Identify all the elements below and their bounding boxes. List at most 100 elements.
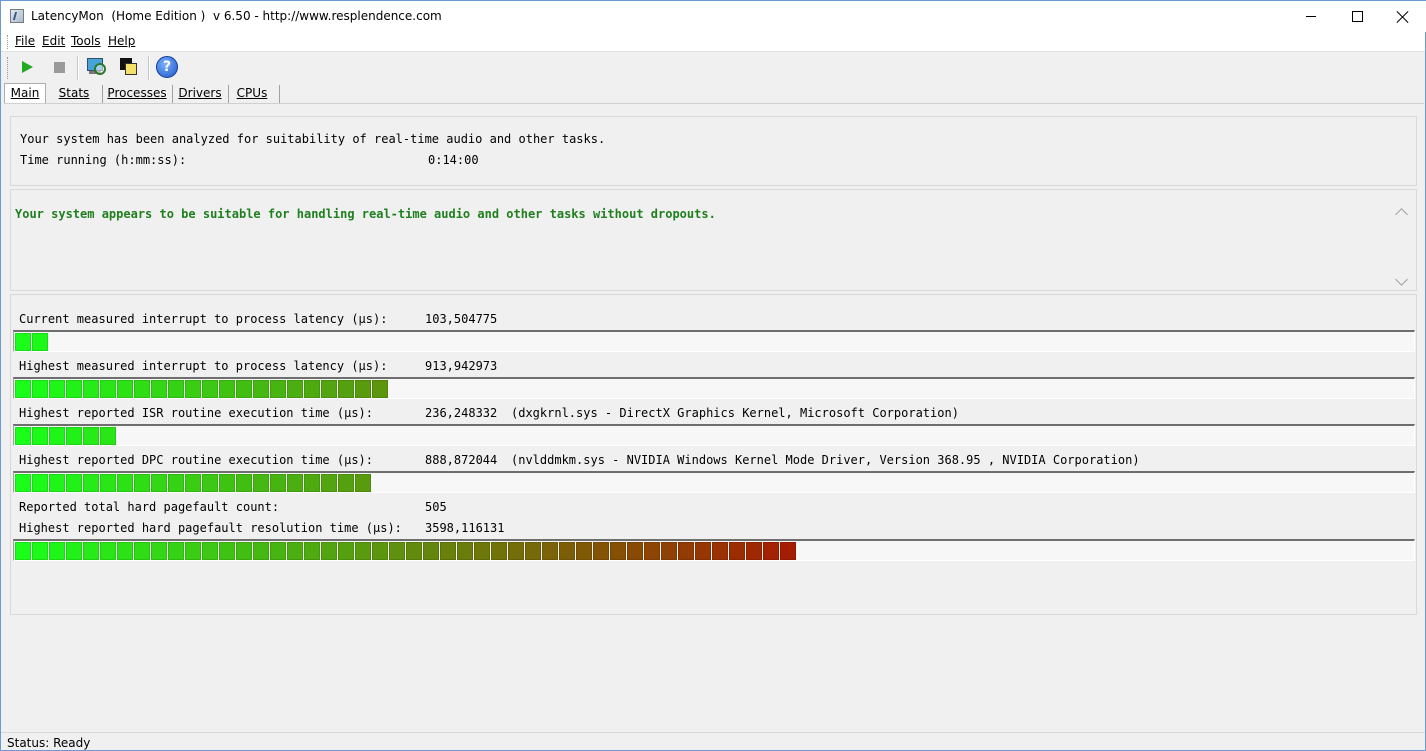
- latencymon-app-icon[interactable]: [10, 9, 24, 23]
- tab-main[interactable]: Main: [4, 83, 46, 103]
- bar-segment: [15, 542, 31, 560]
- stop-monitoring-button[interactable]: [48, 56, 70, 78]
- bar-segment: [287, 542, 303, 560]
- bar-segment: [389, 542, 405, 560]
- bar-segment: [134, 380, 150, 398]
- start-monitoring-button[interactable]: [16, 56, 38, 78]
- verdict-scrollbar[interactable]: [1394, 204, 1408, 290]
- minimize-button[interactable]: [1288, 1, 1334, 32]
- bar-segment: [440, 542, 456, 560]
- bar-segment: [287, 474, 303, 492]
- latency-bar: [13, 539, 1415, 561]
- bar-segment: [100, 542, 116, 560]
- bar-segment: [287, 380, 303, 398]
- play-icon: [21, 61, 33, 73]
- bar-segment: [100, 474, 116, 492]
- maximize-button[interactable]: [1334, 1, 1380, 32]
- bar-segment: [525, 542, 541, 560]
- metric-value: 913,942973: [425, 359, 498, 373]
- stop-icon: [53, 61, 65, 73]
- bar-segment: [304, 474, 320, 492]
- menu-tools-label: Tools: [71, 34, 101, 48]
- tab-drivers[interactable]: Drivers: [175, 84, 225, 103]
- bar-segment: [627, 542, 643, 560]
- menu-file[interactable]: File: [15, 34, 35, 48]
- tab-separator: [279, 85, 280, 103]
- bar-segment: [66, 474, 82, 492]
- bar-segment: [491, 542, 507, 560]
- scroll-down-icon[interactable]: [1395, 273, 1408, 286]
- title-bar[interactable]: LatencyMon (Home Edition ) v 6.50 - http…: [1, 1, 1425, 32]
- bar-segment: [168, 542, 184, 560]
- bar-segment: [100, 380, 116, 398]
- metric-value: 3598,116131: [425, 521, 505, 535]
- bar-segment: [321, 474, 337, 492]
- bar-segment: [66, 542, 82, 560]
- tab-separator: [228, 85, 229, 103]
- latency-bar: [13, 330, 1415, 352]
- bar-segment: [66, 380, 82, 398]
- bar-segment: [202, 542, 218, 560]
- menu-file-label: File: [15, 34, 36, 48]
- bar-segment: [746, 542, 762, 560]
- bar-segment: [49, 380, 65, 398]
- bar-segment: [151, 474, 167, 492]
- bar-segment: [32, 474, 48, 492]
- menu-grip: [7, 35, 10, 49]
- latency-bar-fill: [15, 474, 372, 492]
- menu-edit[interactable]: Edit: [42, 34, 65, 48]
- bar-segment: [117, 380, 133, 398]
- metric-label: Highest reported hard pagefault resoluti…: [19, 521, 402, 535]
- bar-segment: [610, 542, 626, 560]
- bar-segment: [542, 542, 558, 560]
- metric-label: Highest reported DPC routine execution t…: [19, 453, 374, 467]
- latency-bar: [13, 471, 1415, 493]
- maximize-icon: [1351, 11, 1363, 22]
- scroll-up-icon[interactable]: [1395, 208, 1408, 221]
- bar-segment: [423, 542, 439, 560]
- bar-segment: [508, 542, 524, 560]
- bar-segment: [15, 333, 31, 351]
- latency-bar-fill: [15, 333, 49, 351]
- bar-segment: [372, 542, 388, 560]
- toolbar-separator: [148, 56, 150, 80]
- close-button[interactable]: [1380, 1, 1426, 32]
- bar-segment: [15, 427, 31, 445]
- analyze-button[interactable]: [85, 56, 107, 78]
- bar-segment: [270, 380, 286, 398]
- bar-segment: [304, 380, 320, 398]
- metric-driver: (nvlddmkm.sys - NVIDIA Windows Kernel Mo…: [511, 453, 1140, 467]
- bar-segment: [695, 542, 711, 560]
- metric-driver: (dxgkrnl.sys - DirectX Graphics Kernel, …: [511, 406, 959, 420]
- bar-segment: [729, 542, 745, 560]
- status-text: Status: Ready: [7, 736, 91, 750]
- bar-segment: [168, 380, 184, 398]
- bar-segment: [338, 542, 354, 560]
- analyzed-text: Your system has been analyzed for suitab…: [20, 132, 606, 146]
- bar-segment: [83, 427, 99, 445]
- tab-main-label: Main: [10, 86, 40, 100]
- tab-cpus[interactable]: CPUs: [231, 84, 273, 103]
- bar-segment: [66, 427, 82, 445]
- tab-separator: [172, 85, 173, 103]
- tab-bar-border: [4, 103, 1424, 104]
- metric-label: Highest measured interrupt to process la…: [19, 359, 388, 373]
- status-bar: Status: Ready: [1, 732, 1425, 751]
- bar-segment: [253, 380, 269, 398]
- bar-segment: [32, 427, 48, 445]
- bar-segment: [355, 542, 371, 560]
- bar-segment: [202, 474, 218, 492]
- bar-segment: [321, 380, 337, 398]
- bar-segment: [134, 474, 150, 492]
- menu-help[interactable]: Help: [108, 34, 135, 48]
- bar-segment: [661, 542, 677, 560]
- close-icon: [1397, 11, 1409, 23]
- windows-button[interactable]: [118, 56, 140, 78]
- menu-tools[interactable]: Tools: [71, 34, 101, 48]
- tab-stats[interactable]: Stats: [49, 84, 99, 103]
- bar-segment: [712, 542, 728, 560]
- tab-processes[interactable]: Processes: [105, 84, 169, 103]
- bar-segment: [372, 380, 388, 398]
- bar-segment: [644, 542, 660, 560]
- help-button[interactable]: ?: [156, 56, 178, 78]
